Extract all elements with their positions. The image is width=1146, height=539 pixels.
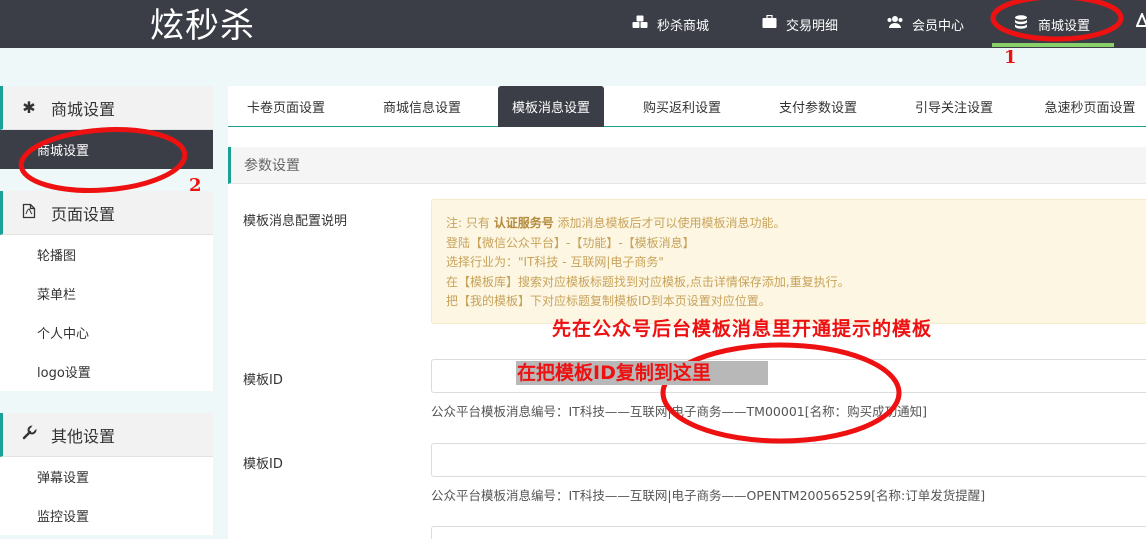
wrench-icon (19, 424, 39, 444)
section-title: 参数设置 (228, 147, 1146, 184)
tab-template-message-settings[interactable]: 模板消息设置 (498, 86, 604, 127)
annotation-note-2: 在把模板ID复制到这里 (516, 361, 768, 385)
sidebar-group-title: 页面设置 (51, 204, 116, 224)
notice-label: 模板消息配置说明 (243, 214, 348, 229)
template-id-input-2[interactable] (431, 443, 1146, 477)
users-icon (886, 15, 904, 33)
nav-item-transactions[interactable]: 交易明细 (760, 0, 838, 48)
main-panel: 卡卷页面设置 商城信息设置 模板消息设置 购买返利设置 支付参数设置 引导关注设… (228, 86, 1146, 539)
nav-item-mall-settings[interactable]: 商城设置 (1012, 0, 1090, 48)
sidebar-group-page-settings[interactable]: 页面设置 (0, 191, 213, 235)
nav-label: 交易明细 (786, 18, 839, 34)
sidebar-item-logo-settings[interactable]: logo设置 (0, 352, 213, 391)
sidebar-group-other-settings[interactable]: 其他设置 (0, 413, 213, 457)
sidebar-group-mall-settings[interactable]: ✱ 商城设置 (0, 86, 213, 130)
notice-line-2: 登陆【微信公众平台】-【功能】-【模板消息】 (446, 235, 695, 250)
app-logo[interactable]: 炫秒杀 (150, 0, 255, 47)
nav-label: 商城设置 (1038, 18, 1091, 34)
cubes-icon (631, 15, 649, 33)
template-id-help-2: 公众平台模板消息编号：IT科技——互联网|电子商务——OPENTM2005652… (431, 488, 986, 503)
nav-item-seckill-mall[interactable]: 秒杀商城 (631, 0, 709, 48)
nav-label: 会员中心 (912, 18, 965, 34)
tab-payment-settings[interactable]: 支付参数设置 (762, 86, 874, 127)
notice-line-5: 把【我的模板】下对应标题复制模板ID到本页设置对应位置。 (446, 294, 771, 308)
sidebar-item-menu-bar[interactable]: 菜单栏 (0, 274, 213, 313)
nav-label: 秒杀商城 (657, 18, 710, 34)
notice-line-1: 注: 只有 认证服务号 添加消息模板后才可以使用模板消息功能。 (446, 216, 786, 230)
sidebar-group-title: 其他设置 (51, 426, 116, 446)
briefcase-icon (760, 14, 778, 33)
annotation-note-1: 先在公众号后台模板消息里开通提示的模板 (552, 318, 933, 340)
template-id-label-1: 模板ID (243, 373, 283, 388)
sidebar-item-carousel[interactable]: 轮播图 (0, 235, 213, 274)
sidebar: ✱ 商城设置 商城设置 页面设置 轮播图 菜单栏 个人中心 logo设置 其他设… (0, 86, 213, 535)
sidebar-item-barrage-settings[interactable]: 弹幕设置 (0, 457, 213, 496)
sidebar-group-title: 商城设置 (51, 99, 116, 119)
notice-line-4: 在【模板库】搜索对应模板标题找到对应模板,点击详情保存添加,重复执行。 (446, 274, 850, 289)
tab-flash-page-settings[interactable]: 急速秒页面设置 (1034, 86, 1146, 127)
sidebar-gap (0, 169, 213, 191)
file-icon (19, 203, 39, 223)
nav-item-member-center[interactable]: 会员中心 (886, 0, 964, 48)
database-icon (1012, 14, 1030, 34)
tab-rebate-settings[interactable]: 购买返利设置 (626, 86, 738, 127)
annotation-number-2: 2 (189, 175, 202, 196)
template-id-help-1: 公众平台模板消息编号：IT科技——互联网|电子商务——TM00001[名称：购买… (431, 404, 927, 419)
annotation-number-1: 1 (1004, 47, 1017, 68)
sidebar-gap (0, 391, 213, 413)
asterisk-icon: ✱ (22, 98, 36, 117)
sidebar-item-mall-settings[interactable]: 商城设置 (0, 130, 213, 169)
tab-mall-info-settings[interactable]: 商城信息设置 (366, 86, 478, 127)
user-icon[interactable] (1135, 11, 1146, 31)
sidebar-item-monitor-settings[interactable]: 监控设置 (0, 496, 213, 535)
notice-box: 注: 只有 认证服务号 添加消息模板后才可以使用模板消息功能。 登陆【微信公众平… (431, 199, 1146, 324)
sidebar-item-personal-center[interactable]: 个人中心 (0, 313, 213, 352)
tab-bar: 卡卷页面设置 商城信息设置 模板消息设置 购买返利设置 支付参数设置 引导关注设… (228, 86, 1146, 127)
tab-card-page-settings[interactable]: 卡卷页面设置 (228, 86, 344, 127)
notice-line-3: 选择行业为："IT科技 - 互联网|电子商务" (446, 255, 664, 269)
template-id-input-3[interactable] (431, 526, 1146, 539)
template-id-label-2: 模板ID (243, 457, 283, 472)
top-bar: 炫秒杀 秒杀商城 交易明细 会员中心 商城设置 (0, 0, 1146, 48)
tab-follow-guide-settings[interactable]: 引导关注设置 (898, 86, 1010, 127)
